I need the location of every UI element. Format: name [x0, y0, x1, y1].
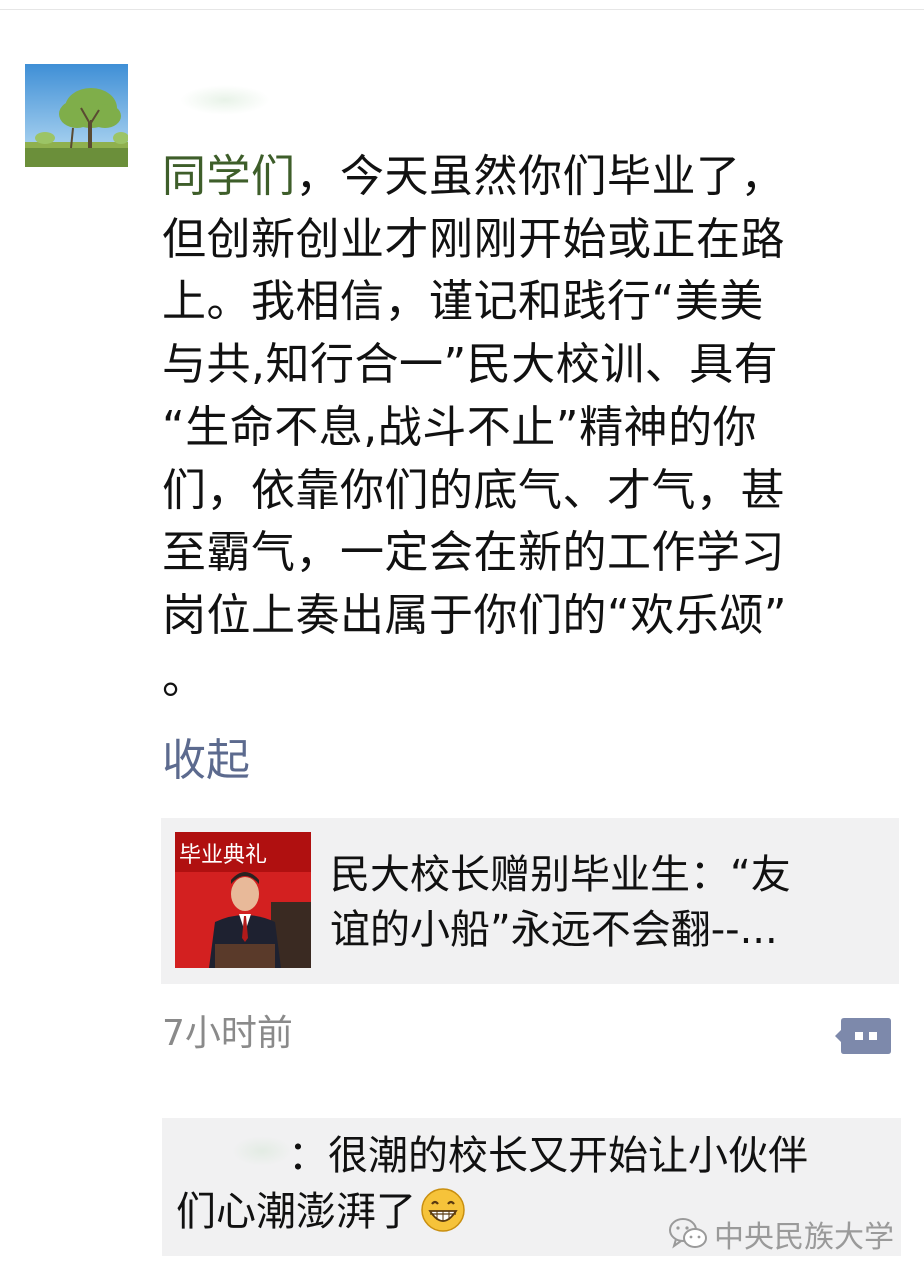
avatar[interactable] [25, 64, 128, 167]
wechat-logo-icon [669, 1218, 707, 1249]
post-line: 上。我相信，谨记和践行“美美 [162, 276, 764, 328]
post-line: “生命不息,战斗不止”精神的你 [162, 401, 758, 453]
article-title-line: 谊的小船”永远不会翻--... [330, 907, 778, 953]
post-line: 至霸气，一定会在新的工作学习 [162, 527, 785, 579]
tree-photo-icon [25, 64, 128, 167]
post-line: 但创新创业才刚刚开始或正在路 [162, 213, 785, 265]
article-thumbnail: 毕业典礼 [175, 832, 311, 968]
username-obscured[interactable] [180, 85, 270, 115]
post-line: 与共,知行合一”民大校训、具有 [162, 339, 779, 391]
watermark-text: 中央民族大学 [714, 1220, 894, 1255]
post-body: 同学们，今天虽然你们毕业了， 但创新创业才刚刚开始或正在路 上。我相信，谨记和践… [162, 146, 882, 710]
top-divider [0, 9, 924, 10]
post-line: 们，依靠你们的底气、才气，甚 [162, 464, 785, 516]
grinning-face-icon [421, 1188, 465, 1232]
comment-line: 们心潮澎湃了 [176, 1189, 416, 1235]
post-line1-rest: ，今天虽然你们毕业了， [295, 151, 785, 202]
article-title: 民大校长赠别毕业生：“友 谊的小船”永远不会翻--... [330, 848, 890, 958]
thumb-banner-text: 毕业典礼 [179, 843, 267, 868]
comment-button[interactable] [834, 1016, 892, 1056]
comment-line: ：很潮的校长又开始让小伙伴 [288, 1133, 808, 1179]
shared-article-card[interactable]: 毕业典礼 民大校长赠别毕业生：“友 谊的小船”永远不会翻--... [161, 818, 899, 984]
speaker-photo-icon: 毕业典礼 [175, 832, 311, 968]
post-line: 同学们，今天虽然你们毕业了， [162, 146, 882, 209]
wechat-watermark: 中央民族大学 [668, 1212, 894, 1256]
post-line: 。 [162, 652, 207, 704]
comment-bubble-icon [835, 1018, 891, 1054]
post-line: 岗位上奏出属于你们的“欢乐颂” [162, 589, 788, 641]
post-timestamp: 7小时前 [162, 1013, 293, 1054]
collapse-link[interactable]: 收起 [162, 735, 250, 787]
post-lead: 同学们 [162, 151, 296, 202]
article-title-line: 民大校长赠别毕业生：“友 [330, 852, 791, 898]
